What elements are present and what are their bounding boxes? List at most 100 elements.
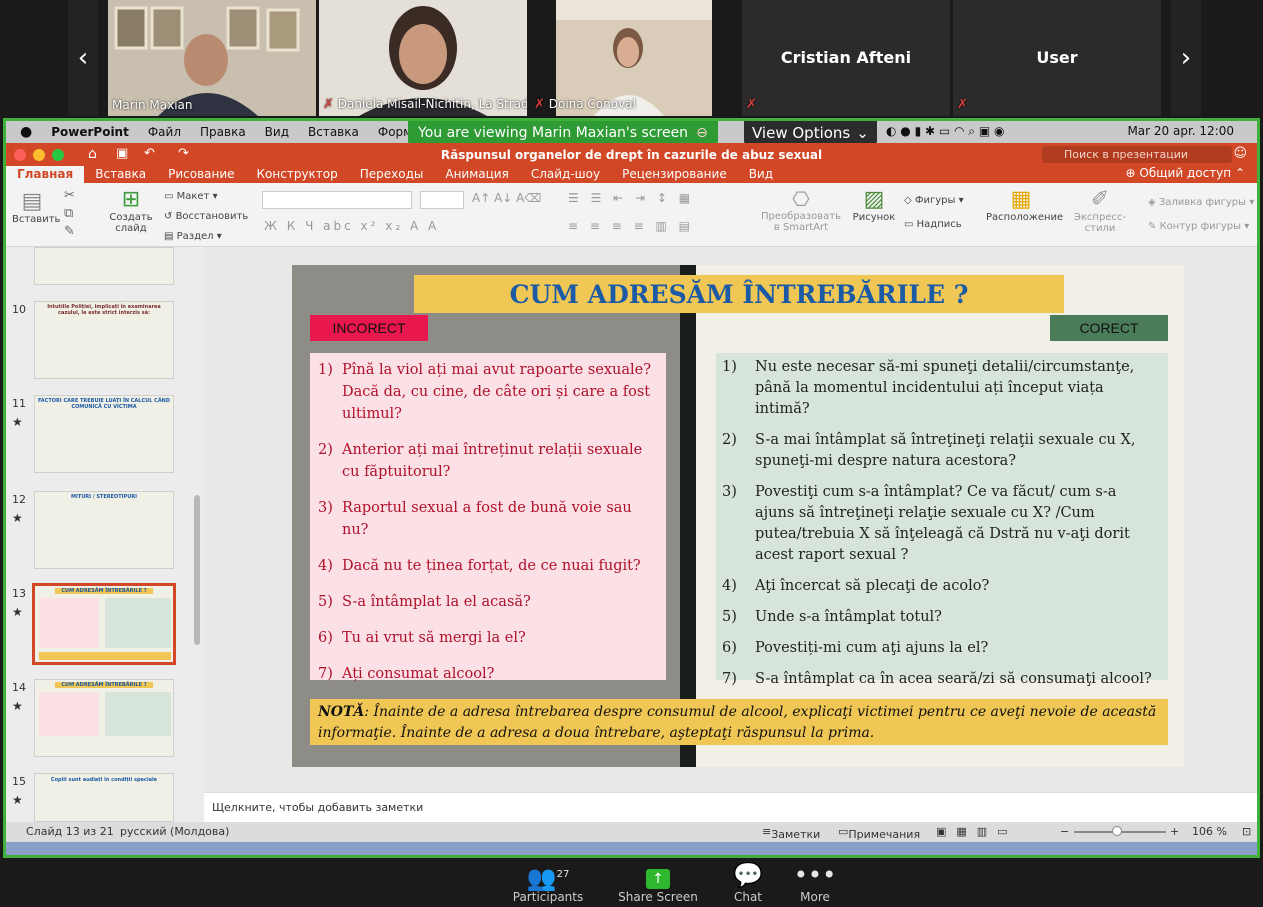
quick-styles-button[interactable]: ✐ Экспресс-стили: [1062, 187, 1138, 234]
paragraph-buttons[interactable]: ☰ ☰ ⇤ ⇥ ↕ ▦: [568, 191, 694, 205]
tab-insert[interactable]: Вставка: [84, 166, 157, 183]
new-slide-button[interactable]: ⊞ Создать слайд: [106, 187, 156, 234]
list-item: 2) Anterior ați mai întreținut relații se…: [318, 439, 660, 483]
smartart-icon: ⎔: [792, 187, 810, 211]
shape-outline-button[interactable]: ✎ Контур фигуры ▾: [1148, 215, 1254, 239]
notes-toggle-button[interactable]: ≡ Заметки: [762, 825, 820, 841]
layout-label: Макет: [176, 191, 210, 202]
view-mode-buttons[interactable]: ▣▦▥▭: [936, 825, 1018, 838]
new-slide-icon: ⊞: [121, 187, 141, 212]
thumbnail-title: Intutiile Poliției, implicați în examina…: [47, 304, 161, 316]
item-text: Unde s-a întâmplat totul?: [755, 609, 942, 625]
prev-page-button[interactable]: ‹: [68, 0, 98, 116]
zoom-in-icon[interactable]: +: [1170, 825, 1179, 838]
mic-muted-icon: ✗: [957, 97, 968, 112]
item-number: 3): [318, 500, 333, 516]
layout-button[interactable]: ▭ Макет ▾: [164, 187, 248, 207]
item-text: Anterior ați mai întreținut relații sexu…: [342, 442, 643, 480]
slide-thumbnail[interactable]: CUM ADRESĂM ÎNTREBĂRILE ?: [34, 679, 174, 757]
item-text: Aţi încercat să plecaţi de acolo?: [755, 578, 990, 594]
comments-button[interactable]: ▭ Примечания: [838, 825, 920, 841]
notes-pane[interactable]: Щелкните, чтобы добавить заметки: [204, 792, 1257, 822]
tab-review[interactable]: Рецензирование: [611, 166, 738, 183]
shape-fill-label: Заливка фигуры: [1158, 197, 1247, 208]
cut-icon[interactable]: ✂: [64, 187, 75, 205]
font-style-buttons[interactable]: Ж К Ч abc x² x₂ A A: [264, 219, 439, 233]
menu-view[interactable]: Вид: [265, 125, 289, 139]
align-buttons[interactable]: ≡ ≡ ≡ ≡ ▥ ▤: [568, 219, 694, 233]
video-tile-cristian[interactable]: Cristian Afteni ✗: [742, 0, 950, 116]
font-size-select[interactable]: [420, 191, 464, 209]
ppt-titlebar: ⌂ ▣ ↶ ↷ Răspunsul organelor de drept în …: [6, 143, 1257, 183]
tab-design[interactable]: Конструктор: [246, 166, 349, 183]
correct-questions-box: 1) Nu este necesar să-mi spuneţi detalii/…: [716, 353, 1168, 687]
font-family-select[interactable]: [262, 191, 412, 209]
tab-view[interactable]: Вид: [738, 166, 784, 183]
paste-button[interactable]: ▤ Вставить: [12, 189, 60, 225]
video-tile-daniela[interactable]: ✗ Daniela Misail-Nichitin, La Strad...: [319, 0, 527, 116]
view-options-button[interactable]: View Options ⌄: [744, 121, 877, 145]
tab-transitions[interactable]: Переходы: [349, 166, 435, 183]
item-number: 6): [318, 630, 333, 646]
thumbnail-number: 15: [12, 775, 26, 788]
search-input[interactable]: Поиск в презентации: [1042, 146, 1232, 163]
zoom-out-icon[interactable]: −: [1060, 825, 1069, 838]
copy-icon[interactable]: ⧉: [64, 205, 75, 223]
reset-button[interactable]: ↺ Восстановить: [164, 207, 248, 227]
picture-button[interactable]: ▨ Рисунок: [852, 187, 896, 223]
more-label: More: [800, 890, 830, 904]
shape-fill-button[interactable]: ◈ Заливка фигуры ▾: [1148, 191, 1254, 215]
account-icon[interactable]: ☺: [1233, 146, 1247, 161]
slide-thumbnail[interactable]: Intutiile Poliției, implicați în examina…: [34, 301, 174, 379]
section-button[interactable]: ▤ Раздел ▾: [164, 227, 248, 247]
format-painter-icon[interactable]: ✎: [64, 223, 75, 241]
share-button[interactable]: ⊕ Общий доступ ⌃: [1126, 166, 1245, 180]
participants-button[interactable]: 👥27 Participants: [508, 860, 588, 904]
participant-name: Marin Maxian: [112, 98, 193, 112]
annotate-icon[interactable]: ⊖: [696, 125, 708, 141]
tab-draw[interactable]: Рисование: [157, 166, 245, 183]
apple-icon[interactable]: ●: [20, 124, 32, 140]
menu-app-name[interactable]: PowerPoint: [51, 125, 129, 139]
zoom-level[interactable]: 106 %: [1192, 825, 1227, 838]
tab-home[interactable]: Главная: [6, 166, 85, 183]
slide-thumbnail[interactable]: FACTORI CARE TREBUIE LUAȚI ÎN CALCUL CÂN…: [34, 395, 174, 473]
arrange-button[interactable]: ▦ Расположение: [986, 187, 1063, 223]
share-screen-button[interactable]: ↑ Share Screen: [616, 860, 700, 904]
slide-thumbnail-selected[interactable]: CUM ADRESĂM ÎNTREBĂRILE ?: [32, 583, 176, 665]
textbox-button[interactable]: ▭ Надпись: [904, 213, 964, 237]
zoom-slider-thumb[interactable]: [1112, 826, 1122, 836]
thumbnails-scrollbar[interactable]: [194, 495, 200, 645]
tab-animations[interactable]: Анимация: [434, 166, 519, 183]
menu-file[interactable]: Файл: [148, 125, 181, 139]
video-tile-marin[interactable]: Marin Maxian: [108, 0, 316, 116]
next-page-button[interactable]: ›: [1171, 0, 1201, 116]
item-number: 5): [318, 594, 333, 610]
participant-name: ✗ Doina Conoval: [534, 97, 636, 112]
fit-to-window-icon[interactable]: ⊡: [1242, 825, 1251, 838]
slide-thumbnail[interactable]: MITURI / STEREOTIPURI: [34, 491, 174, 569]
shapes-button[interactable]: ◇ Фигуры ▾: [904, 189, 964, 213]
tab-slideshow[interactable]: Слайд-шоу: [520, 166, 611, 183]
menu-insert[interactable]: Вставка: [308, 125, 359, 139]
language-indicator[interactable]: русский (Молдова): [120, 825, 229, 838]
thumbnail-correct-box: [105, 692, 171, 736]
thumbnail-incorrect-box: [39, 692, 99, 736]
share-label: Общий доступ: [1139, 166, 1232, 180]
star-icon: ★: [12, 605, 23, 619]
chat-button[interactable]: 💬 Chat: [722, 860, 774, 904]
slide-thumbnail[interactable]: [34, 247, 174, 285]
item-text: Povestiţi cum s-a întâmplat? Ce va făcut…: [755, 484, 1130, 563]
font-grow-shrink[interactable]: A↑ A↓ A⌫: [472, 191, 541, 205]
more-button[interactable]: ••• More: [790, 860, 840, 904]
menu-edit[interactable]: Правка: [200, 125, 246, 139]
video-tile-doina[interactable]: ✗ Doina Conoval: [530, 0, 738, 116]
slide-thumbnail[interactable]: Copiii sunt audiați în condiții speciale: [34, 773, 174, 822]
slide-note: NOTĂ: Înainte de a adresa întrebarea des…: [310, 699, 1168, 745]
video-tile-user[interactable]: User ✗: [953, 0, 1161, 116]
participant-strip: ‹ Marin Maxian ✗ Daniela Misail-Nichitin…: [0, 0, 1263, 118]
thumbnail-title: Copiii sunt audiați în condiții speciale: [50, 777, 158, 783]
smartart-button[interactable]: ⎔ Преобразовать в SmartArt: [758, 187, 844, 233]
item-text: Tu ai vrut să mergi la el?: [342, 630, 526, 646]
current-slide[interactable]: CUM ADRESĂM ÎNTREBĂRILE ? INCORECT COREC…: [292, 265, 1184, 767]
